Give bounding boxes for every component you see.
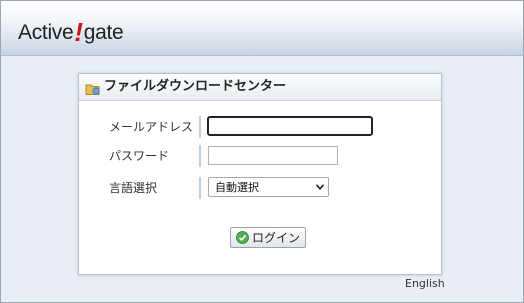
language-select-value: 自動選択 bbox=[215, 181, 259, 194]
panel-header: ファイルダウンロードセンター bbox=[79, 74, 441, 101]
english-language-link[interactable]: English bbox=[405, 277, 445, 290]
logo-exclamation: ! bbox=[74, 17, 83, 47]
email-label: メールアドレス bbox=[109, 120, 194, 134]
password-field[interactable] bbox=[208, 146, 338, 165]
login-panel: ファイルダウンロードセンター メールアドレス パスワード 言語選択 自動選択 ロ… bbox=[78, 73, 442, 275]
check-circle-icon bbox=[236, 231, 249, 244]
email-row: メールアドレス bbox=[79, 116, 441, 138]
logo-text-right: gate bbox=[83, 21, 124, 44]
row-divider bbox=[199, 116, 201, 138]
language-select[interactable]: 自動選択 bbox=[208, 177, 329, 197]
login-button[interactable]: ログイン bbox=[230, 227, 306, 248]
app-header: Active!gate bbox=[1, 1, 523, 56]
logo-text-left: Active bbox=[18, 21, 74, 44]
language-row: 言語選択 自動選択 bbox=[79, 177, 441, 199]
row-divider bbox=[199, 145, 201, 167]
email-field[interactable] bbox=[207, 116, 373, 136]
password-row: パスワード bbox=[79, 145, 441, 167]
login-label: ログイン bbox=[251, 231, 300, 245]
chevron-down-icon bbox=[316, 184, 324, 190]
row-divider bbox=[199, 177, 201, 199]
language-label: 言語選択 bbox=[109, 181, 158, 195]
activegate-logo: Active!gate bbox=[18, 15, 124, 47]
folder-icon bbox=[85, 80, 101, 95]
panel-title: ファイルダウンロードセンター bbox=[104, 79, 287, 94]
password-label: パスワード bbox=[109, 149, 170, 163]
